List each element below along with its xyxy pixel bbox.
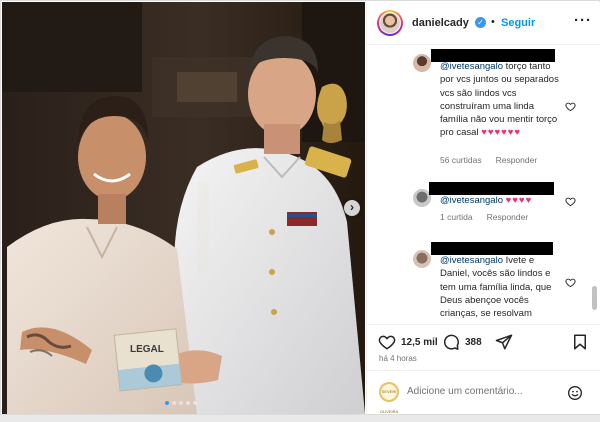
hearts-emoji: ♥♥♥♥ xyxy=(505,195,533,206)
post-timestamp[interactable]: há 4 horas xyxy=(379,354,417,363)
post-header: danielcady ✓ • Seguir ··· xyxy=(367,2,600,45)
hearts-emoji: ♥♥♥♥♥♥ xyxy=(481,127,522,139)
instagram-post-modal: LEGAL › danielcady ✓ • Seguir ··· @ivete… xyxy=(0,0,600,415)
comment-mention[interactable]: @ivetesangalo xyxy=(440,255,503,266)
comment-text: @ivetesangalo Ivete e Daniel, vocês são … xyxy=(440,255,552,320)
separator-dot: • xyxy=(491,16,495,28)
post-side-panel: danielcady ✓ • Seguir ··· @ivetesangalo … xyxy=(366,2,600,414)
author-avatar[interactable] xyxy=(377,10,403,36)
carousel-dot xyxy=(193,401,197,405)
comment-like-heart-icon[interactable] xyxy=(565,277,576,288)
share-action[interactable] xyxy=(495,333,513,351)
photo-illustration: LEGAL xyxy=(2,2,365,414)
carousel-dot xyxy=(179,401,183,405)
current-user-avatar[interactable]: SEVERI OLIVEIRA xyxy=(379,382,399,414)
comment-likes-count[interactable]: 1 curtida xyxy=(440,212,473,222)
book-cover-title: LEGAL xyxy=(130,344,164,355)
comment-text: @ivetesangalo ♥♥♥♥ xyxy=(440,194,562,207)
verified-badge-icon: ✓ xyxy=(475,17,486,28)
comments-scrollbar[interactable] xyxy=(592,286,597,310)
commenter-avatar[interactable] xyxy=(413,54,431,72)
comments-list[interactable]: @ivetesangalo torço tanto por vcs juntos… xyxy=(367,46,600,324)
bookmark-icon[interactable] xyxy=(571,333,589,351)
comment-meta: 1 curtida Responder xyxy=(440,212,542,222)
likes-count[interactable]: 12,5 mil xyxy=(401,337,438,348)
comment-like-heart-icon[interactable] xyxy=(565,196,576,207)
share-icon[interactable] xyxy=(495,333,513,351)
commenter-avatar[interactable] xyxy=(413,250,431,268)
post-actions: 12,5 mil 388 há 4 horas xyxy=(367,324,600,370)
emoji-icon[interactable] xyxy=(567,385,583,401)
comment-action[interactable]: 388 xyxy=(442,333,482,351)
reply-button[interactable]: Responder xyxy=(496,155,538,165)
reply-button[interactable]: Responder xyxy=(487,212,529,222)
comment-mention[interactable]: @ivetesangalo xyxy=(440,61,503,72)
more-options-icon[interactable]: ··· xyxy=(574,12,592,29)
carousel-next-button[interactable]: › xyxy=(344,200,360,216)
carousel-indicator xyxy=(165,401,197,405)
carousel-dot xyxy=(172,401,176,405)
chevron-right-icon[interactable]: › xyxy=(350,200,354,214)
save-action[interactable] xyxy=(571,333,589,351)
comment-input[interactable] xyxy=(407,386,567,397)
comment-likes-count[interactable]: 56 curtidas xyxy=(440,155,482,165)
comment-mention[interactable]: @ivetesangalo xyxy=(440,195,503,206)
follow-button[interactable]: Seguir xyxy=(501,17,535,29)
comment-composer: SEVERI OLIVEIRA xyxy=(367,370,600,414)
like-action[interactable]: 12,5 mil xyxy=(378,333,438,351)
post-photo[interactable]: LEGAL › xyxy=(2,2,365,414)
comments-count[interactable]: 388 xyxy=(465,337,482,348)
comment-like-heart-icon[interactable] xyxy=(565,101,576,112)
author-username[interactable]: danielcady xyxy=(412,17,469,29)
carousel-dot xyxy=(186,401,190,405)
carousel-dot xyxy=(165,401,169,405)
heart-icon[interactable] xyxy=(378,333,396,351)
comment-text: @ivetesangalo torço tanto por vcs juntos… xyxy=(440,61,559,139)
comment-meta: 56 curtidas Responder xyxy=(440,155,551,165)
comment-icon[interactable] xyxy=(442,333,460,351)
